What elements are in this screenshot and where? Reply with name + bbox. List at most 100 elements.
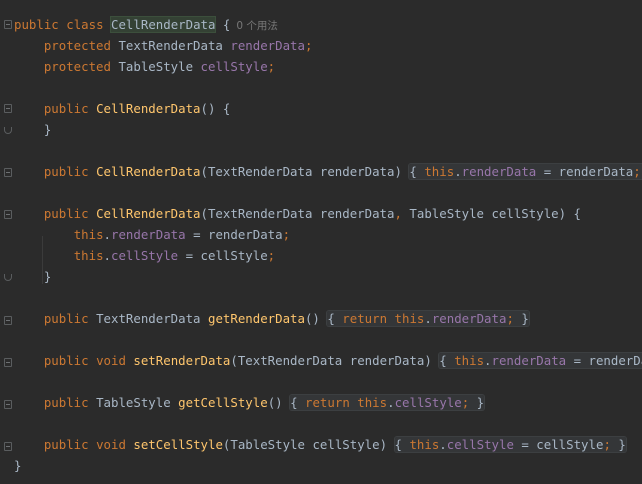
params: () [304, 311, 320, 326]
type-name: TableStyle [96, 395, 171, 410]
code-line-19[interactable]: public TableStyle getCellStyle() { retur… [14, 392, 642, 413]
field-name: cellStyle [200, 59, 268, 74]
fold-end-icon[interactable] [4, 274, 12, 281]
method-name: getRenderData [207, 311, 305, 326]
field-name: cellStyle [394, 395, 462, 410]
code-line-12[interactable]: this.cellStyle = cellStyle; [14, 245, 642, 266]
fold-marker-icon[interactable] [4, 400, 12, 409]
keyword: this [454, 353, 485, 368]
method-name: setRenderData [133, 353, 231, 368]
semicolon: ; [603, 437, 611, 452]
brace: } [476, 395, 485, 410]
code-text: = renderData [185, 227, 283, 242]
keyword: public [43, 206, 89, 221]
keyword: public [43, 395, 89, 410]
keyword: this [394, 311, 425, 326]
keyword: return [305, 395, 350, 410]
code-line-14[interactable] [14, 287, 642, 308]
fold-marker-icon[interactable] [4, 442, 12, 451]
keyword: public [43, 353, 89, 368]
fold-marker-icon[interactable] [4, 316, 12, 325]
method-name: CellRenderData [96, 206, 201, 221]
code-line-20[interactable] [14, 413, 642, 434]
fold-marker-icon[interactable] [4, 358, 12, 367]
method-name: CellRenderData [96, 164, 201, 179]
code-editor[interactable]: public class CellRenderData {0 个用法 prote… [0, 0, 642, 484]
fold-marker-icon[interactable] [4, 104, 12, 113]
code-line-22[interactable]: } [14, 455, 642, 476]
keyword: this [357, 395, 388, 410]
fold-end-icon[interactable] [4, 127, 12, 134]
method-name: setCellStyle [133, 437, 223, 452]
brace: } [14, 458, 22, 473]
code-line-18[interactable] [14, 371, 642, 392]
brace: { [439, 353, 447, 368]
folded-block[interactable]: { this.renderData = renderData; } [409, 164, 642, 179]
code-text: () { [200, 101, 231, 116]
method-name: getCellStyle [178, 395, 268, 410]
fold-marker-icon[interactable] [4, 210, 12, 219]
code-line-16[interactable] [14, 329, 642, 350]
brace: { [290, 395, 298, 410]
folded-block[interactable]: { this.cellStyle = cellStyle; } [394, 437, 626, 452]
folded-block[interactable]: { this.renderData = renderData; } [439, 353, 642, 368]
keyword: void [96, 437, 126, 452]
params: TableStyle cellStyle) { [401, 206, 581, 221]
keyword: public [43, 164, 89, 179]
brace: { [409, 164, 417, 179]
code-line-11[interactable]: this.renderData = renderData; [14, 224, 642, 245]
keyword: this [424, 164, 455, 179]
code-lines[interactable]: public class CellRenderData {0 个用法 prote… [14, 14, 642, 476]
field-name: renderData [111, 227, 186, 242]
code-line-15[interactable]: public TextRenderData getRenderData() { … [14, 308, 642, 329]
folded-block[interactable]: { return this.renderData; } [327, 311, 529, 326]
code-line-3[interactable]: protected TableStyle cellStyle; [14, 56, 642, 77]
code-line-6[interactable]: } [14, 119, 642, 140]
semicolon: ; [267, 59, 276, 74]
code-line-21[interactable]: public void setCellStyle(TableStyle cell… [14, 434, 642, 455]
code-line-2[interactable]: protected TextRenderData renderData; [14, 35, 642, 56]
code-line-13[interactable]: } [14, 266, 642, 287]
semicolon: ; [461, 395, 470, 410]
code-text: = renderData [536, 164, 634, 179]
fold-marker-icon[interactable] [4, 20, 12, 29]
params: (TextRenderData renderData) [230, 353, 432, 368]
keyword: void [96, 353, 126, 368]
comma: , [394, 206, 402, 221]
code-text: = renderData [573, 353, 642, 368]
code-text: = cellStyle [178, 248, 268, 263]
semicolon: ; [282, 227, 291, 242]
keyword: protected [43, 38, 111, 53]
code-line-7[interactable] [14, 140, 642, 161]
code-line-5[interactable]: public CellRenderData() { [14, 98, 642, 119]
keyword: class [66, 17, 104, 32]
keyword: this [73, 248, 104, 263]
field-name: renderData [431, 311, 507, 326]
keyword: public [43, 311, 89, 326]
field-name: renderData [491, 353, 567, 368]
code-line-4[interactable] [14, 77, 642, 98]
code-line-10[interactable]: public CellRenderData(TextRenderData ren… [14, 203, 642, 224]
folded-block[interactable]: { return this.cellStyle; } [290, 395, 485, 410]
keyword: public [43, 437, 89, 452]
brace: } [43, 269, 52, 284]
brace: } [521, 311, 529, 326]
field-name: renderData [230, 38, 305, 53]
semicolon: ; [633, 164, 641, 179]
semicolon: ; [267, 248, 276, 263]
field-name: cellStyle [111, 248, 179, 263]
fold-marker-icon[interactable] [4, 168, 12, 177]
semicolon: ; [506, 311, 514, 326]
keyword: public [14, 17, 59, 32]
semicolon: ; [304, 38, 313, 53]
usages-hint[interactable]: 0 个用法 [236, 20, 278, 32]
code-line-1[interactable]: public class CellRenderData {0 个用法 [14, 14, 642, 35]
code-line-17[interactable]: public void setRenderData(TextRenderData… [14, 350, 642, 371]
keyword: this [409, 437, 440, 452]
params: (TableStyle cellStyle) [222, 437, 388, 452]
code-line-9[interactable] [14, 182, 642, 203]
code-line-8[interactable]: public CellRenderData(TextRenderData ren… [14, 161, 642, 182]
field-name: cellStyle [446, 437, 514, 452]
class-name[interactable]: CellRenderData [111, 17, 216, 32]
keyword: this [73, 227, 104, 242]
